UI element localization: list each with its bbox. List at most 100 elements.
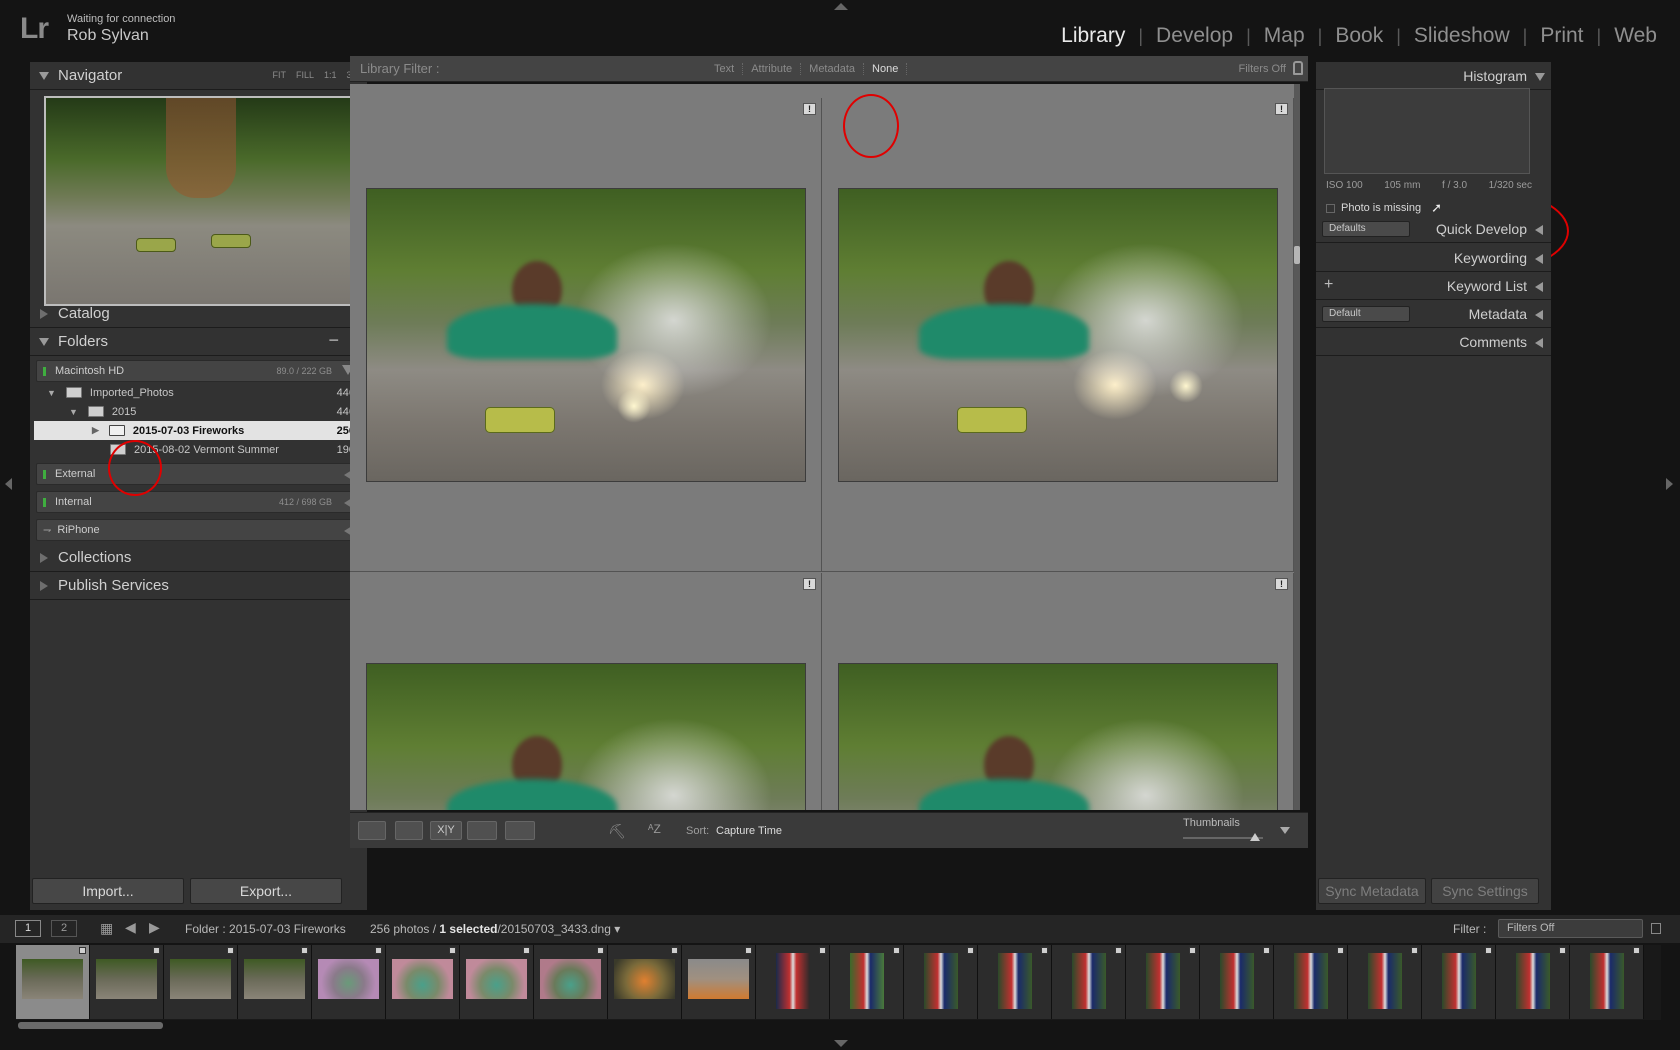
filmstrip-thumb[interactable] xyxy=(1274,945,1348,1019)
filmstrip-thumb[interactable] xyxy=(1126,945,1200,1019)
sync-settings-button[interactable]: Sync Settings xyxy=(1431,878,1539,904)
import-button[interactable]: Import... xyxy=(32,878,184,904)
grid-cell[interactable]: ! xyxy=(350,98,822,572)
volume-external[interactable]: External xyxy=(36,463,361,485)
metadata-preset-dropdown[interactable]: Default xyxy=(1322,306,1410,322)
filmstrip-thumb[interactable] xyxy=(1348,945,1422,1019)
sync-metadata-button[interactable]: Sync Metadata xyxy=(1318,878,1426,904)
photo-thumbnail[interactable] xyxy=(366,663,806,810)
filmstrip-thumb[interactable] xyxy=(978,945,1052,1019)
folder-2015-08-02-vermont-summer[interactable]: 2015-08-02 Vermont Summer 190 xyxy=(34,440,363,459)
filmstrip-thumb[interactable] xyxy=(904,945,978,1019)
filmstrip-thumb[interactable] xyxy=(460,945,534,1019)
minus-icon[interactable]: − xyxy=(328,330,339,351)
filmstrip-thumb[interactable] xyxy=(682,945,756,1019)
grid-cell[interactable]: ! xyxy=(822,98,1294,572)
filmstrip-thumb[interactable] xyxy=(830,945,904,1019)
add-keyword-icon[interactable]: + xyxy=(1324,276,1333,294)
hide-filmstrip-icon[interactable] xyxy=(834,1040,848,1047)
folders-header[interactable]: Folders − + xyxy=(30,328,367,356)
disclosure-triangle-icon[interactable]: ▼ xyxy=(47,388,56,398)
people-view-button[interactable] xyxy=(505,821,535,840)
photo-thumbnail[interactable] xyxy=(838,188,1278,482)
filter-lock-icon[interactable] xyxy=(1651,923,1661,934)
disclosure-triangle-icon[interactable]: ▶ xyxy=(92,425,99,436)
filmstrip-thumb[interactable] xyxy=(608,945,682,1019)
sort-dropdown[interactable]: Capture Time xyxy=(716,825,782,837)
module-map[interactable]: Map xyxy=(1251,24,1318,48)
navigator-header[interactable]: Navigator FIT FILL 1:1 3:1 xyxy=(30,62,367,90)
quick-develop-header[interactable]: Defaults Quick Develop xyxy=(1316,215,1551,243)
collections-header[interactable]: Collections + xyxy=(30,544,367,572)
lock-icon[interactable] xyxy=(1293,61,1303,75)
original-photo-checkbox[interactable] xyxy=(1326,203,1335,213)
filter-attribute[interactable]: Attribute xyxy=(743,62,802,75)
filmstrip-thumb[interactable] xyxy=(16,945,90,1019)
missing-photo-badge[interactable]: ! xyxy=(803,103,816,115)
volume-internal[interactable]: Internal 412 / 698 GB xyxy=(36,491,361,513)
publish-services-header[interactable]: Publish Services + xyxy=(30,572,367,600)
hide-right-panel-icon[interactable] xyxy=(1666,478,1673,490)
slider-knob[interactable] xyxy=(1250,833,1260,841)
show-top-panel-icon[interactable] xyxy=(834,3,848,10)
filter-metadata[interactable]: Metadata xyxy=(801,62,865,75)
grid-scrollbar[interactable] xyxy=(1294,84,1300,810)
filmstrip-thumb[interactable] xyxy=(1200,945,1274,1019)
filmstrip-thumb[interactable] xyxy=(386,945,460,1019)
saved-preset-dropdown[interactable]: Defaults xyxy=(1322,221,1410,237)
secondary-window-button[interactable]: 2 xyxy=(51,920,77,937)
filmstrip-thumb[interactable] xyxy=(164,945,238,1019)
filmstrip-source[interactable]: Folder : 2015-07-03 Fireworks xyxy=(185,922,346,936)
folder-2015[interactable]: ▼ 2015 446 xyxy=(34,402,363,421)
photo-grid[interactable]: ! ! ! ! xyxy=(350,84,1300,810)
toolbar-menu-icon[interactable] xyxy=(1280,827,1290,834)
catalog-header[interactable]: Catalog xyxy=(30,300,367,328)
histogram-header[interactable]: Histogram xyxy=(1316,62,1551,90)
filmstrip-thumb[interactable] xyxy=(1570,945,1644,1019)
zoom-fill[interactable]: FILL xyxy=(296,70,314,80)
filmstrip-thumb[interactable] xyxy=(238,945,312,1019)
loupe-view-button[interactable] xyxy=(395,821,423,840)
module-library[interactable]: Library xyxy=(1048,24,1138,48)
scrollbar-thumb[interactable] xyxy=(1294,246,1300,264)
photo-thumbnail[interactable] xyxy=(366,188,806,482)
filter-none[interactable]: None xyxy=(864,62,908,75)
module-develop[interactable]: Develop xyxy=(1143,24,1246,48)
keywording-header[interactable]: Keywording xyxy=(1316,244,1551,272)
filmstrip-thumb[interactable] xyxy=(756,945,830,1019)
volume-riphone[interactable]: ⇁ RiPhone xyxy=(36,519,361,541)
hide-left-panel-icon[interactable] xyxy=(5,478,12,490)
comments-header[interactable]: Comments xyxy=(1316,328,1551,356)
filmstrip-scrollbar[interactable] xyxy=(18,1022,163,1029)
volume-macintosh-hd[interactable]: Macintosh HD 89.0 / 222 GB xyxy=(36,360,361,382)
missing-photo-badge[interactable]: ! xyxy=(803,578,816,590)
photo-thumbnail[interactable] xyxy=(838,663,1278,810)
zoom-1-1[interactable]: 1:1 xyxy=(324,70,337,80)
folder-2015-07-03-fireworks[interactable]: ▶ 2015-07-03 Fireworks 256 xyxy=(34,421,363,440)
disclosure-triangle-icon[interactable]: ▼ xyxy=(69,407,78,417)
grid-cell[interactable]: ! xyxy=(822,573,1294,810)
folder-imported-photos[interactable]: ▼ Imported_Photos 446 xyxy=(34,383,363,402)
forward-arrow-icon[interactable]: ▶ xyxy=(149,919,160,936)
module-print[interactable]: Print xyxy=(1527,24,1596,48)
export-button[interactable]: Export... xyxy=(190,878,342,904)
filter-text[interactable]: Text xyxy=(706,62,744,75)
grid-cell[interactable]: ! xyxy=(350,573,822,810)
metadata-header[interactable]: Default Metadata xyxy=(1316,300,1551,328)
primary-window-button[interactable]: 1 xyxy=(15,920,41,937)
module-web[interactable]: Web xyxy=(1601,24,1670,48)
survey-view-button[interactable] xyxy=(467,821,497,840)
compare-view-button[interactable]: X|Y xyxy=(430,821,462,840)
filmstrip-thumb[interactable] xyxy=(90,945,164,1019)
filmstrip-thumb[interactable] xyxy=(312,945,386,1019)
filmstrip-thumb[interactable] xyxy=(1422,945,1496,1019)
missing-photo-badge[interactable]: ! xyxy=(1275,578,1288,590)
navigator-preview[interactable] xyxy=(44,96,357,306)
filmstrip[interactable] xyxy=(16,945,1661,1020)
photo-count[interactable]: 256 photos / 1 selected/20150703_3433.dn… xyxy=(370,922,620,936)
filmstrip-thumb[interactable] xyxy=(1496,945,1570,1019)
grid-icon[interactable]: ▦ xyxy=(100,920,113,937)
back-arrow-icon[interactable]: ◀ xyxy=(125,919,136,936)
filmstrip-filter-dropdown[interactable]: Filters Off xyxy=(1498,919,1643,938)
painter-icon[interactable]: ⛏ xyxy=(608,823,626,840)
